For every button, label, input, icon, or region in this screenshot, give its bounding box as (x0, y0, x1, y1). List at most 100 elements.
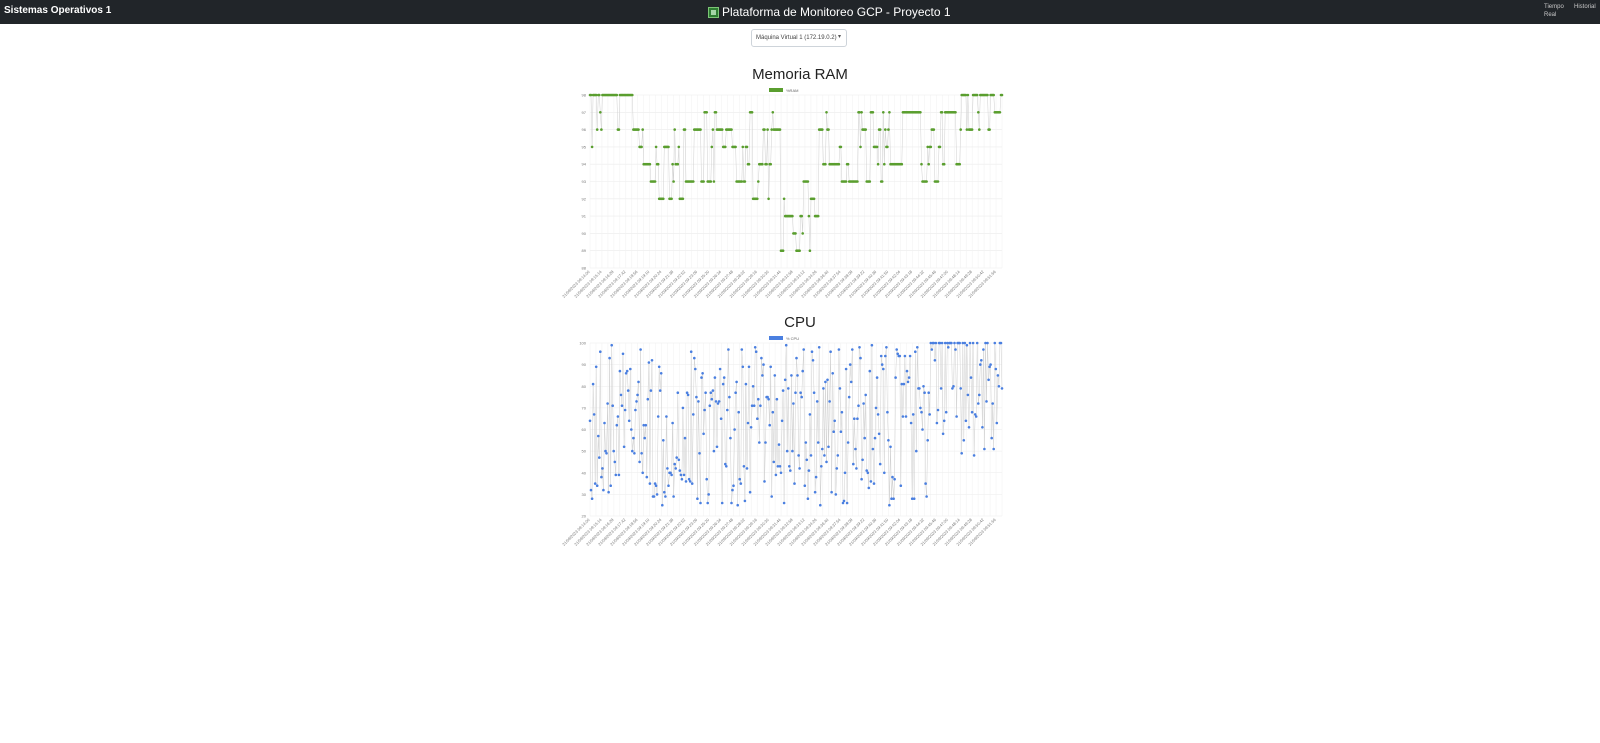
cpu-data-point (997, 385, 1001, 388)
cpu-data-point (752, 404, 756, 407)
cpu-data-point (838, 387, 842, 390)
cpu-data-point (904, 415, 908, 418)
cpu-data-point (598, 456, 601, 459)
cpu-data-point (848, 363, 852, 366)
cpu-data-point (677, 458, 681, 462)
brand-link[interactable]: Sistemas Operativos 1 (4, 5, 111, 16)
cpu-data-point (908, 354, 912, 358)
cpu-data-point (662, 439, 665, 442)
cpu-data-point (808, 413, 812, 416)
cpu-data-point (809, 454, 813, 457)
cpu-data-point (601, 467, 604, 470)
cpu-data-point (610, 343, 613, 347)
vm-select-dropdown[interactable]: Máquina Virtual 1 (172.19.0.2) ▾ (751, 29, 847, 47)
cpu-data-point (821, 447, 824, 451)
ram-data-point (743, 180, 747, 183)
ram-data-point (673, 128, 676, 131)
ram-data-point (750, 111, 754, 114)
ram-series-line (590, 94, 1002, 251)
cpu-data-point (832, 430, 835, 433)
cpu-data-point (892, 497, 895, 500)
cpu-data-point (634, 408, 637, 412)
cpu-data-point (635, 400, 638, 403)
page-title: Plataforma de Monitoreo GCP - Proyecto 1 (722, 5, 951, 19)
cpu-data-point (778, 465, 782, 468)
cpu-data-point (712, 449, 716, 453)
ram-data-point (1000, 93, 1004, 97)
ram-y-tick-label: 89 (582, 248, 587, 253)
ram-data-point (978, 128, 981, 131)
cpu-data-point (990, 436, 993, 440)
ram-data-point (791, 214, 794, 218)
cpu-data-point (877, 432, 881, 436)
cpu-data-point (857, 404, 860, 407)
ram-data-point (600, 128, 603, 131)
cpu-data-point (633, 452, 636, 455)
cpu-data-point (852, 462, 855, 466)
cpu-data-point (807, 469, 811, 472)
cpu-data-point (682, 473, 686, 477)
cpu-data-point (590, 497, 594, 500)
cpu-data-point (899, 484, 903, 487)
cpu-data-point (782, 501, 786, 505)
ram-legend-swatch (769, 88, 783, 92)
cpu-data-point (834, 493, 838, 496)
nav-link-tiempo-real[interactable]: Tiempo Real (1544, 3, 1568, 19)
cpu-data-point (840, 410, 844, 414)
cpu-data-point (666, 467, 669, 470)
ram-data-point (724, 145, 727, 149)
ram-data-point (654, 145, 658, 149)
cpu-data-point (964, 419, 968, 423)
ram-data-point (860, 111, 863, 114)
cpu-data-point (868, 369, 872, 373)
cpu-data-point (824, 380, 827, 384)
ram-data-point (801, 232, 804, 235)
ram-data-point (827, 128, 830, 131)
cpu-data-point (762, 363, 765, 366)
ram-data-point (653, 180, 657, 183)
cpu-data-point (615, 423, 619, 427)
cpu-data-point (742, 465, 746, 468)
cpu-data-point (980, 359, 983, 362)
cpu-data-point (589, 488, 593, 492)
cpu-data-point (749, 426, 753, 429)
cpu-data-point (806, 497, 810, 500)
cpu-data-point (858, 346, 861, 349)
cpu-data-point (627, 419, 631, 423)
cpu-data-point (972, 454, 976, 457)
ram-data-point (998, 111, 1002, 114)
cpu-data-point (815, 400, 819, 403)
cpu-y-tick-label: 80 (582, 384, 587, 389)
cpu-data-point (718, 367, 722, 371)
ram-data-point (864, 128, 867, 131)
cpu-data-point (883, 471, 886, 475)
cpu-data-point (640, 452, 643, 455)
cpu-data-point (758, 441, 761, 444)
cpu-data-point (694, 367, 697, 371)
cpu-data-point (813, 490, 817, 494)
nav-link-historial[interactable]: Historial (1574, 3, 1596, 11)
cpu-legend-swatch (769, 336, 783, 340)
ram-data-point (800, 214, 803, 218)
cpu-data-point (678, 469, 682, 472)
cpu-data-point (725, 465, 728, 468)
cpu-data-point (745, 467, 749, 470)
ram-data-point (757, 180, 760, 183)
ram-data-point (825, 111, 828, 114)
ram-data-point (709, 180, 713, 183)
cpu-data-point (891, 475, 894, 479)
cpu-data-point (993, 341, 997, 345)
ram-data-point (816, 214, 820, 218)
cpu-data-point (845, 501, 849, 505)
cpu-data-point (767, 397, 770, 401)
cpu-data-point (999, 341, 1003, 345)
ram-data-point (771, 111, 775, 114)
cpu-data-point (701, 372, 704, 375)
cpu-data-point (631, 449, 634, 453)
cpu-data-point (874, 406, 878, 410)
cpu-data-point (829, 350, 832, 353)
cpu-data-point (842, 499, 846, 503)
cpu-data-point (672, 495, 675, 498)
ram-data-point (648, 162, 652, 166)
ram-data-point (730, 128, 733, 131)
